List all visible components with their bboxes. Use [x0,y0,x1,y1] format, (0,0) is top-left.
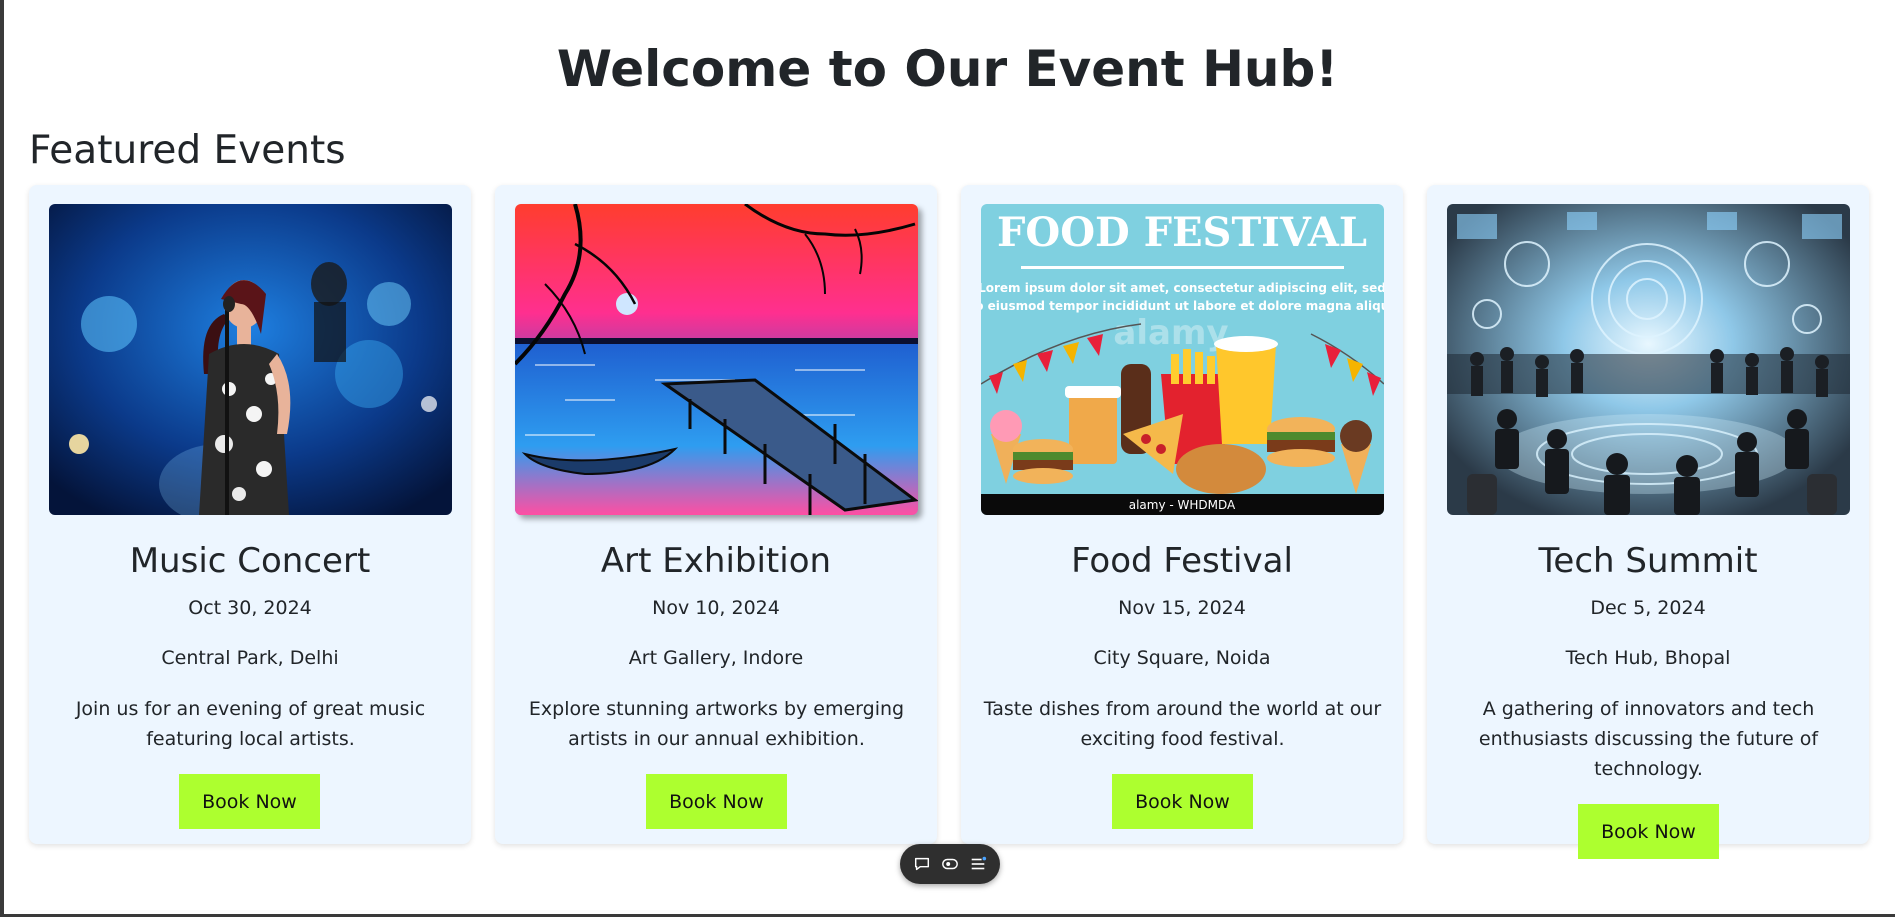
event-card-art-exhibition: Art Exhibition Nov 10, 2024 Art Gallery,… [495,185,937,844]
book-now-button-art-exhibition[interactable]: Book Now [646,774,787,829]
section-title: Featured Events [29,128,346,173]
event-image-art-exhibition [515,204,918,515]
page-title: Welcome to Our Event Hub! [556,40,1339,98]
event-title: Tech Summit [1538,541,1758,581]
event-location: Art Gallery, Indore [628,647,804,669]
event-image-tech-summit [1447,204,1850,515]
image-credit: alamy - WHDMDA [1129,498,1236,512]
event-title: Art Exhibition [600,541,832,581]
book-now-button-music-concert[interactable]: Book Now [179,774,320,829]
book-now-button-food-festival[interactable]: Book Now [1112,774,1253,829]
book-now-button-tech-summit[interactable]: Book Now [1578,804,1719,859]
image-watermark: alamy [1113,313,1228,353]
menu-icon[interactable] [968,854,988,874]
comment-icon[interactable] [912,854,932,874]
event-description: A gathering of innovators and tech enthu… [1478,698,1819,780]
event-description: Join us for an evening of great music fe… [75,698,426,750]
window-frame-left [0,0,4,917]
event-title: Food Festival [1071,541,1293,581]
event-location: City Square, Noida [1093,647,1271,669]
event-title: Music Concert [129,541,371,581]
event-location: Central Park, Delhi [161,647,339,669]
event-description: Taste dishes from around the world at ou… [983,698,1382,750]
event-description: Explore stunning artworks by emerging ar… [528,698,905,750]
event-card-food-festival: FOOD FESTIVAL Lorem ipsum dolor sit amet… [961,185,1403,844]
event-card-music-concert: Music Concert Oct 30, 2024 Central Park,… [29,185,471,844]
image-text-line1: Lorem ipsum dolor sit amet, consectetur … [981,281,1384,295]
event-date: Dec 5, 2024 [1590,597,1706,619]
event-card-list: Music Concert Oct 30, 2024 Central Park,… [29,185,1869,859]
event-location: Tech Hub, Bhopal [1565,647,1731,669]
eye-icon[interactable] [940,854,960,874]
event-date: Oct 30, 2024 [188,597,312,619]
event-card-tech-summit: Tech Summit Dec 5, 2024 Tech Hub, Bhopal… [1427,185,1869,859]
event-date: Nov 10, 2024 [652,597,780,619]
event-image-music-concert [49,204,452,515]
image-text-line2: do eiusmod tempor incididunt ut labore e… [981,299,1384,313]
event-date: Nov 15, 2024 [1118,597,1246,619]
floating-toolbar [900,844,1000,884]
event-image-food-festival: FOOD FESTIVAL Lorem ipsum dolor sit amet… [981,204,1384,515]
image-headline: FOOD FESTIVAL [997,209,1367,256]
